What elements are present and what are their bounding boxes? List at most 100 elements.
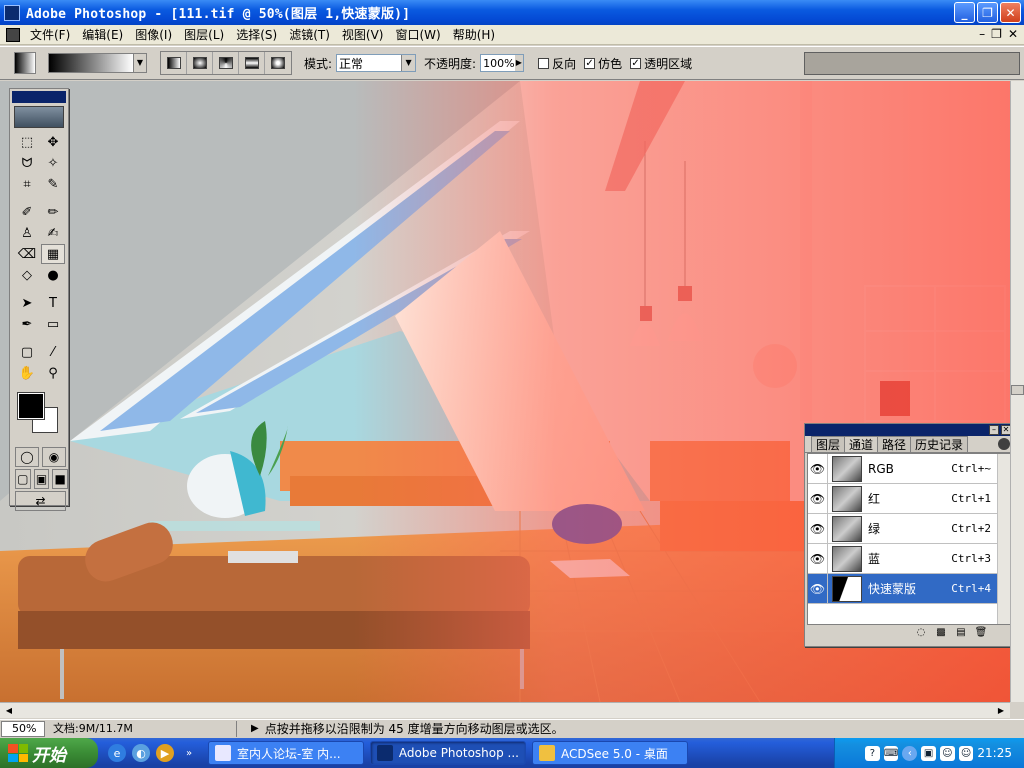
- media-player-icon[interactable]: ▶: [156, 744, 174, 762]
- tool-preset-picker[interactable]: [14, 52, 36, 74]
- history-brush-tool[interactable]: ✍: [41, 223, 65, 243]
- channel-row[interactable]: 👁 绿 Ctrl+2: [808, 514, 1011, 544]
- notes-tool[interactable]: ▢: [15, 342, 39, 362]
- rectangle-tool[interactable]: ▭: [41, 314, 65, 334]
- crop-tool[interactable]: ⌗: [15, 174, 39, 194]
- document-restore-button[interactable]: ❐: [991, 27, 1002, 41]
- healing-brush-tool[interactable]: ✐: [15, 202, 39, 222]
- eye-icon[interactable]: 👁: [808, 454, 828, 483]
- tray-expand-icon[interactable]: ‹: [902, 745, 918, 761]
- new-channel-icon[interactable]: ▤: [954, 627, 968, 639]
- zoom-tool[interactable]: ⚲: [41, 363, 65, 383]
- channel-row[interactable]: 👁 蓝 Ctrl+3: [808, 544, 1011, 574]
- reverse-checkbox[interactable]: 反向: [538, 55, 576, 72]
- radial-gradient-button[interactable]: [187, 52, 213, 74]
- minimize-button[interactable]: _: [954, 2, 975, 23]
- hand-tool[interactable]: ✋: [15, 363, 39, 383]
- menu-select[interactable]: 选择(S): [230, 26, 283, 43]
- channel-row[interactable]: 👁 红 Ctrl+1: [808, 484, 1011, 514]
- tab-channels[interactable]: 通道: [844, 436, 879, 452]
- chevron-right-icon[interactable]: ▶: [514, 55, 524, 71]
- opacity-input[interactable]: 100% ▶: [480, 54, 525, 72]
- trash-icon[interactable]: 🗑: [974, 627, 988, 639]
- menu-edit[interactable]: 编辑(E): [76, 26, 129, 43]
- help-icon[interactable]: ?: [865, 745, 880, 761]
- photoshop-app-icon[interactable]: [4, 4, 20, 21]
- status-menu-arrow-icon[interactable]: ▶: [251, 723, 259, 734]
- internet-explorer-icon[interactable]: e: [108, 744, 126, 762]
- magic-wand-tool[interactable]: ✧: [41, 153, 65, 173]
- start-button[interactable]: 开始: [0, 738, 98, 768]
- channel-list-scrollbar[interactable]: [997, 454, 1011, 624]
- menu-help[interactable]: 帮助(H): [447, 26, 501, 43]
- clock[interactable]: 21:25: [977, 746, 1012, 760]
- marquee-tool[interactable]: ⬚: [15, 132, 39, 152]
- load-channel-selection-icon[interactable]: ◌: [914, 627, 928, 639]
- full-screen-menu-button[interactable]: ▣: [33, 469, 50, 489]
- pen-tool[interactable]: ✒: [15, 314, 39, 334]
- scroll-right-arrow-icon[interactable]: ▶: [994, 704, 1008, 718]
- brush-tool[interactable]: ✏: [41, 202, 65, 222]
- transparency-checkbox-box[interactable]: ✓: [630, 57, 642, 69]
- toolbox-title-bar[interactable]: [12, 91, 66, 103]
- quick-launch-more-icon[interactable]: »: [180, 744, 198, 762]
- dither-checkbox-box[interactable]: ✓: [584, 57, 596, 69]
- zoom-level-input[interactable]: 50%: [1, 720, 45, 737]
- move-tool[interactable]: ✥: [41, 132, 65, 152]
- qq-icon[interactable]: ☺: [939, 745, 955, 761]
- eye-icon[interactable]: 👁: [808, 544, 828, 573]
- restore-button[interactable]: ❐: [977, 2, 998, 23]
- qq-icon-2[interactable]: ☺: [958, 745, 974, 761]
- eraser-tool[interactable]: ⌫: [15, 244, 39, 264]
- path-selection-tool[interactable]: ➤: [15, 293, 39, 313]
- taskbar-button[interactable]: ACDSee 5.0 - 桌面: [532, 741, 688, 765]
- palette-well[interactable]: [804, 52, 1020, 75]
- menu-filter[interactable]: 滤镜(T): [283, 26, 336, 43]
- eyedropper-tool[interactable]: ⁄: [41, 342, 65, 362]
- network-icon[interactable]: ▣: [921, 745, 936, 761]
- blur-tool[interactable]: ◇: [15, 265, 39, 285]
- eye-icon[interactable]: 👁: [808, 574, 828, 603]
- type-tool[interactable]: T: [41, 293, 65, 313]
- linear-gradient-button[interactable]: [161, 52, 187, 74]
- menu-window[interactable]: 窗口(W): [389, 26, 446, 43]
- transparency-checkbox[interactable]: ✓ 透明区域: [630, 55, 692, 72]
- browser-icon[interactable]: ◐: [132, 744, 150, 762]
- eye-icon[interactable]: 👁: [808, 514, 828, 543]
- standard-screen-button[interactable]: ▢: [15, 469, 31, 489]
- panel-minimize-button[interactable]: –: [989, 425, 999, 435]
- document-minimize-button[interactable]: –: [979, 27, 985, 41]
- input-method-icon[interactable]: ⌨: [883, 745, 899, 761]
- clone-stamp-tool[interactable]: ♙: [15, 223, 39, 243]
- tab-layers[interactable]: 图层: [811, 436, 846, 452]
- document-close-button[interactable]: ✕: [1008, 27, 1018, 41]
- menu-layer[interactable]: 图层(L): [178, 26, 230, 43]
- lasso-tool[interactable]: ᗢ: [15, 153, 39, 173]
- channel-row[interactable]: 👁 RGB Ctrl+~: [808, 454, 1011, 484]
- gradient-picker[interactable]: ▼: [48, 53, 147, 73]
- panel-menu-arrow-icon[interactable]: [998, 438, 1010, 450]
- angle-gradient-button[interactable]: [213, 52, 239, 74]
- close-button[interactable]: ✕: [1000, 2, 1021, 23]
- eye-icon[interactable]: 👁: [808, 484, 828, 513]
- panel-title-bar[interactable]: – ✕: [805, 424, 1012, 436]
- chevron-down-icon[interactable]: ▼: [133, 53, 147, 73]
- quick-mask-mode-button[interactable]: ◉: [42, 447, 66, 467]
- taskbar-button[interactable]: Adobe Photoshop ...: [370, 741, 526, 765]
- gradient-tool[interactable]: ▦: [41, 244, 65, 264]
- horizontal-scrollbar[interactable]: ◀ ▶: [0, 702, 1010, 718]
- dodge-tool[interactable]: ●: [41, 265, 65, 285]
- mode-select[interactable]: 正常 ▼: [336, 54, 417, 72]
- foreground-color-swatch[interactable]: [17, 392, 45, 420]
- jump-to-imageready-button[interactable]: ⇄: [15, 491, 66, 511]
- chevron-down-icon[interactable]: ▼: [401, 55, 416, 71]
- document-icon[interactable]: [6, 27, 20, 42]
- menu-view[interactable]: 视图(V): [336, 26, 390, 43]
- menu-image[interactable]: 图像(I): [129, 26, 178, 43]
- vertical-scroll-thumb[interactable]: [1011, 385, 1024, 395]
- reverse-checkbox-box[interactable]: [538, 57, 550, 69]
- vertical-scrollbar[interactable]: [1010, 81, 1024, 702]
- taskbar-button[interactable]: 室内人论坛-室 内...: [208, 741, 364, 765]
- title-bar[interactable]: Adobe Photoshop - [111.tif @ 50%(图层 1,快速…: [0, 0, 1024, 25]
- reflected-gradient-button[interactable]: [239, 52, 265, 74]
